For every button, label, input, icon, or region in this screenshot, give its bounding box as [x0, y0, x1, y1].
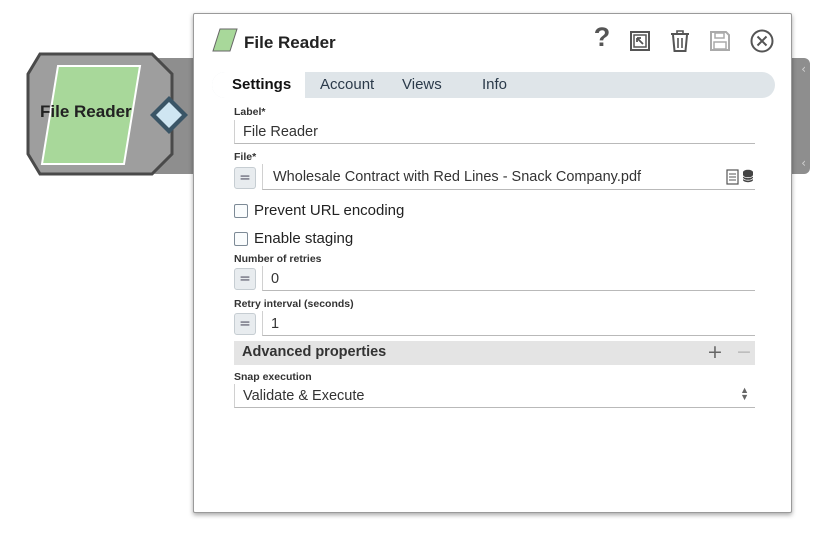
tab-settings[interactable]: Settings	[212, 72, 306, 98]
label-field-caption: Label*	[234, 106, 266, 118]
trash-icon	[671, 30, 689, 52]
file-field[interactable]: Wholesale Contract with Red Lines - Snac…	[262, 164, 755, 190]
tab-views[interactable]: Views	[402, 72, 442, 98]
select-arrows-icon: ▲ ▼	[740, 385, 749, 402]
retry-interval-expression-toggle[interactable]: =	[234, 313, 256, 335]
snap-execution-select[interactable]: Validate & Execute ▲ ▼	[234, 384, 755, 408]
close-icon	[750, 29, 774, 53]
retries-field[interactable]: 0	[262, 266, 755, 291]
prevent-url-encoding-checkbox[interactable]	[234, 203, 248, 218]
dialog-title: File Reader	[244, 33, 336, 52]
snap-execution-value: Validate & Execute	[243, 388, 365, 404]
question-icon: ?	[593, 21, 611, 52]
tab-account[interactable]: Account	[320, 72, 374, 98]
retries-field-value: 0	[271, 271, 280, 287]
label-field[interactable]: File Reader	[234, 120, 755, 144]
expand-icon	[630, 31, 650, 51]
chevron-down-icon: ‹	[801, 156, 806, 170]
retry-interval-field[interactable]: 1	[262, 311, 755, 336]
advanced-properties-title: Advanced properties	[242, 344, 387, 360]
prevent-url-encoding-checkbox-row[interactable]: Prevent URL encoding	[234, 202, 404, 219]
enable-staging-label: Enable staging	[254, 230, 354, 247]
tab-info[interactable]: Info	[482, 72, 507, 98]
retry-interval-field-value: 1	[271, 316, 280, 332]
dialog-header: File Reader ?	[194, 14, 791, 70]
file-expression-toggle[interactable]: =	[234, 167, 256, 189]
add-property-button[interactable]: +	[707, 341, 723, 363]
delete-button[interactable]	[667, 28, 693, 54]
file-browse-icon[interactable]	[726, 169, 739, 185]
snap-node-label: File Reader	[40, 102, 132, 121]
enable-staging-checkbox-row[interactable]: Enable staging	[234, 230, 353, 247]
remove-property-button[interactable]: −	[736, 341, 752, 363]
retry-interval-field-caption: Retry interval (seconds)	[234, 298, 354, 310]
enable-staging-checkbox[interactable]	[234, 231, 248, 246]
snap-execution-caption: Snap execution	[234, 371, 312, 383]
save-icon	[710, 31, 730, 51]
chevron-up-icon: ‹	[801, 62, 806, 76]
expand-button[interactable]	[627, 28, 653, 54]
database-icon[interactable]	[742, 169, 754, 183]
save-button[interactable]	[707, 28, 733, 54]
advanced-properties-header: Advanced properties + −	[234, 341, 755, 365]
output-port-icon[interactable]	[148, 94, 190, 136]
retries-field-caption: Number of retries	[234, 253, 322, 265]
retries-expression-toggle[interactable]: =	[234, 268, 256, 290]
file-field-caption: File*	[234, 151, 257, 163]
file-reader-icon	[212, 28, 238, 52]
prevent-url-encoding-label: Prevent URL encoding	[254, 202, 405, 219]
file-field-value: Wholesale Contract with Red Lines - Snac…	[273, 169, 642, 185]
label-field-value: File Reader	[243, 124, 318, 140]
close-button[interactable]	[749, 28, 775, 54]
tab-bar: Settings Account Views Info	[212, 72, 775, 98]
help-button[interactable]: ?	[589, 21, 615, 52]
snap-settings-dialog: File Reader ? Settings Account Views Inf…	[193, 13, 792, 513]
